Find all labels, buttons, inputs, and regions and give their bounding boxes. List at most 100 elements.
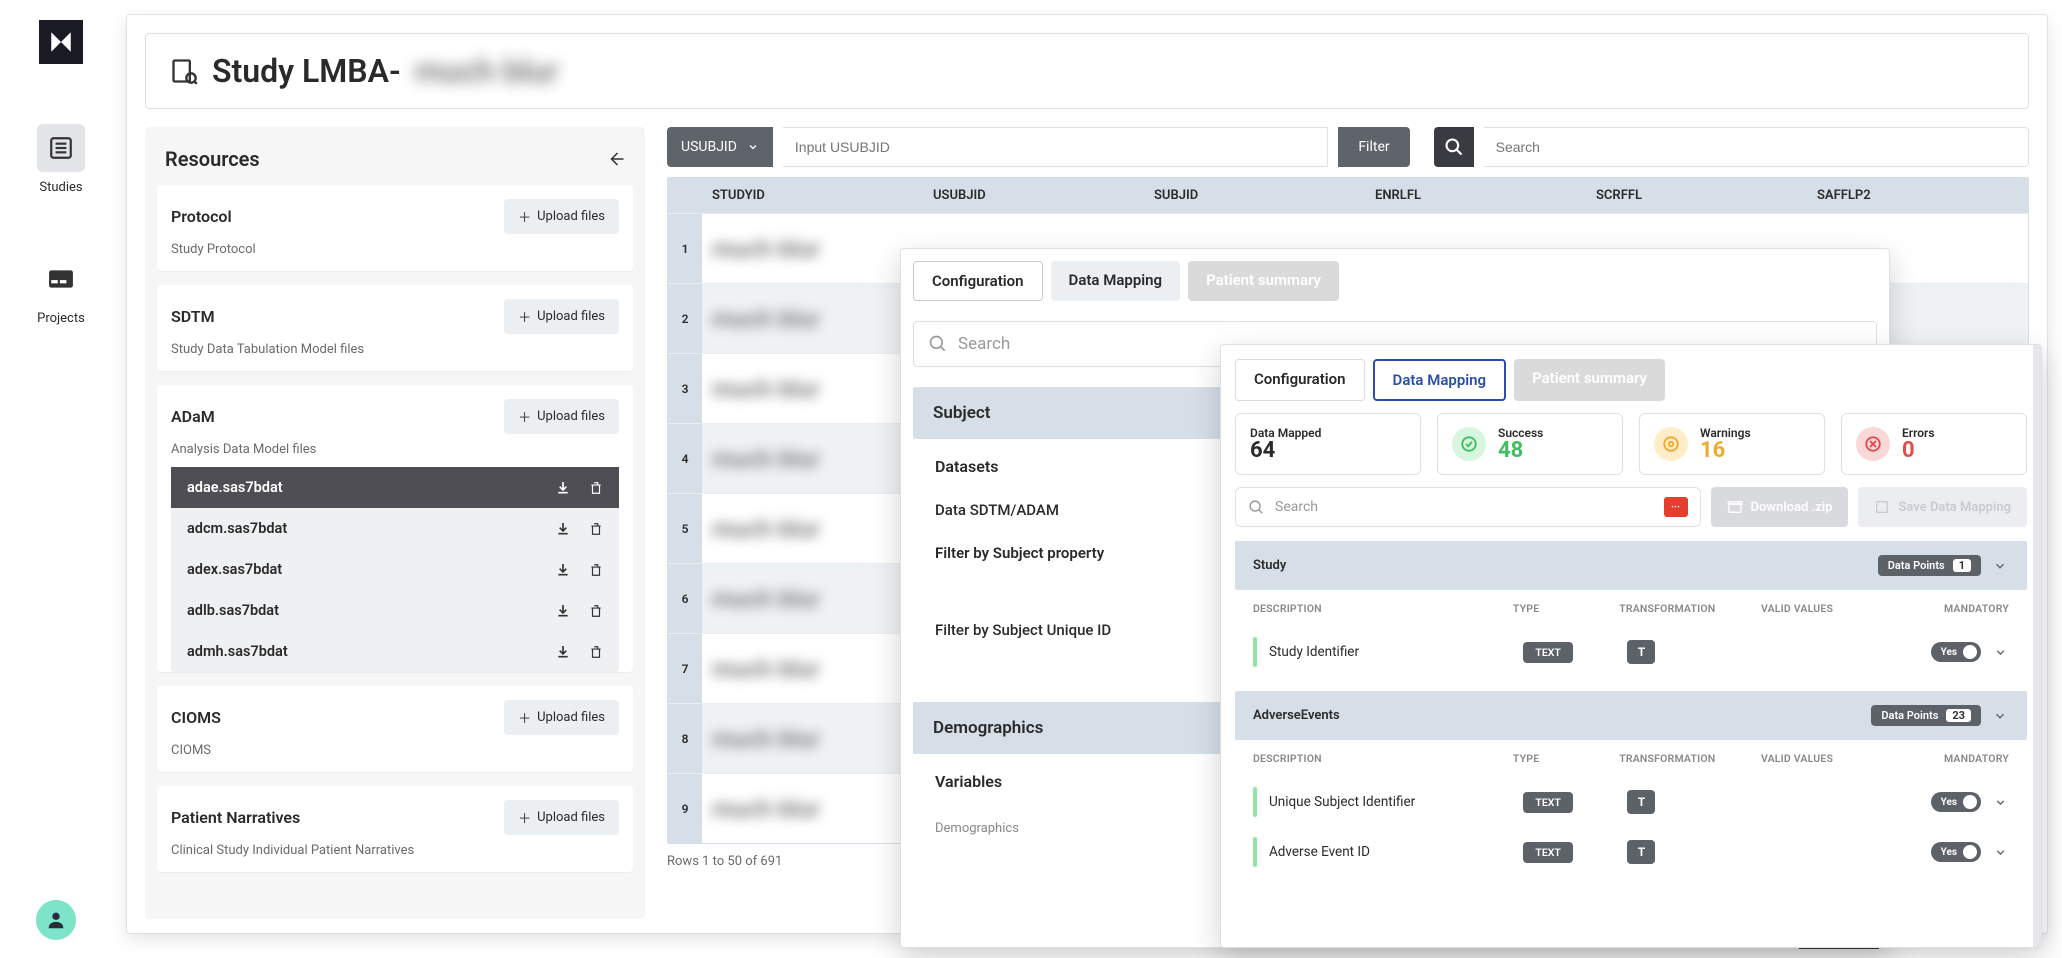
user-avatar[interactable] [36, 900, 76, 940]
nav-projects[interactable]: Projects [37, 255, 85, 326]
file-row[interactable]: adlb.sas7bdat [171, 590, 619, 631]
upload-button[interactable]: ＋Upload files [504, 299, 619, 334]
mapping-row[interactable]: Adverse Event ID TEXT T Yes [1235, 827, 2027, 877]
filter-uid-label: Filter by Subject Unique ID [935, 621, 1111, 639]
download-icon[interactable] [555, 521, 571, 537]
delete-icon[interactable] [589, 603, 603, 619]
download-zip-button[interactable]: Download .zip [1711, 487, 1849, 527]
grid-header: STUDYID USUBJID SUBJID ENRLFL SCRFFL SAF… [668, 178, 2028, 213]
mapping-search[interactable]: Search ⋯ [1235, 487, 1701, 527]
chevron-down-icon[interactable] [1991, 793, 2009, 811]
collapse-icon[interactable] [607, 150, 625, 168]
archive-icon [1727, 499, 1743, 515]
stats-row: Data Mapped64 Success48 Warnings16 Error… [1235, 413, 2027, 475]
study-icon [170, 57, 198, 85]
resource-block-protocol: Protocol ＋ Upload files Study Protocol [157, 185, 633, 271]
tab-configuration[interactable]: Configuration [1235, 359, 1365, 401]
delete-icon[interactable] [589, 644, 603, 660]
data-points-chip: Data Points1 [1878, 555, 1981, 576]
mapping-row[interactable]: Unique Subject Identifier TEXT T Yes [1235, 777, 2027, 827]
chevron-down-icon[interactable] [1991, 843, 2009, 861]
card-icon [48, 269, 74, 289]
stat-success: Success48 [1437, 413, 1623, 475]
upload-button[interactable]: ＋Upload files [504, 800, 619, 835]
app-logo[interactable] [39, 20, 83, 64]
json-badge-icon[interactable]: ⋯ [1664, 497, 1688, 517]
mandatory-toggle[interactable]: Yes [1931, 792, 1981, 812]
mapping-section-study: Study Data Points1 DESCRIPTION TYPE TRAN… [1235, 541, 2027, 677]
upload-button[interactable]: ＋Upload files [504, 399, 619, 434]
person-icon [45, 909, 67, 931]
resources-panel: Resources Protocol ＋ Upload files Study [145, 127, 645, 919]
delete-icon[interactable] [589, 521, 603, 537]
download-icon[interactable] [555, 480, 571, 496]
left-rail: Studies Projects [20, 20, 102, 326]
resource-block-narratives: Patient Narratives ＋Upload files Clinica… [157, 786, 633, 872]
chevron-down-icon [747, 141, 759, 153]
chevron-down-icon[interactable] [1991, 557, 2009, 575]
resource-block-sdtm: SDTM ＋Upload files Study Data Tabulation… [157, 285, 633, 371]
mandatory-toggle[interactable]: Yes [1931, 842, 1981, 862]
col-subjid[interactable]: SUBJID [1144, 178, 1365, 213]
stat-mapped: Data Mapped64 [1235, 413, 1421, 475]
mapping-section-ae: AdverseEvents Data Points23 DESCRIPTION … [1235, 691, 2027, 877]
stat-warnings: Warnings16 [1639, 413, 1825, 475]
nav-studies[interactable]: Studies [37, 124, 85, 195]
download-icon[interactable] [555, 603, 571, 619]
mapping-columns: DESCRIPTION TYPE TRANSFORMATION VALID VA… [1235, 740, 2027, 777]
nav-studies-label: Studies [39, 180, 82, 195]
title-bar: Study LMBA- much blur [145, 33, 2029, 109]
list-icon [48, 135, 74, 161]
file-row[interactable]: admh.sas7bdat [171, 631, 619, 672]
adam-file-list: adae.sas7bdat adcm.sas7bdat [171, 467, 619, 672]
resources-heading: Resources [165, 147, 260, 171]
save-mapping-button: Save Data Mapping [1858, 487, 2027, 527]
nav-projects-label: Projects [37, 311, 85, 326]
data-points-chip: Data Points23 [1871, 705, 1981, 726]
col-safflp2[interactable]: SAFFLP2 [1807, 178, 2028, 213]
plus-icon: ＋ [518, 207, 531, 226]
res-title: Protocol [171, 207, 232, 226]
tab-data-mapping[interactable]: Data Mapping [1373, 359, 1507, 401]
mapping-columns: DESCRIPTION TYPE TRANSFORMATION VALID VA… [1235, 590, 2027, 627]
download-icon[interactable] [555, 562, 571, 578]
tab-patient-summary: Patient summary [1514, 359, 1665, 401]
upload-button[interactable]: ＋ Upload files [504, 199, 619, 234]
upload-button[interactable]: ＋Upload files [504, 700, 619, 735]
tab-configuration[interactable]: Configuration [913, 261, 1043, 301]
chevron-down-icon[interactable] [1991, 707, 2009, 725]
col-enrlfl[interactable]: ENRLFL [1365, 178, 1586, 213]
scrollbar[interactable] [2033, 345, 2041, 947]
tab-data-mapping[interactable]: Data Mapping [1051, 261, 1181, 301]
col-scrffl[interactable]: SCRFFL [1586, 178, 1807, 213]
mandatory-toggle[interactable]: Yes [1931, 642, 1981, 662]
download-icon[interactable] [555, 644, 571, 660]
page-title: Study LMBA- [212, 52, 401, 90]
stat-errors: Errors0 [1841, 413, 2027, 475]
col-usubjid[interactable]: USUBJID [923, 178, 1144, 213]
data-sdtm-adam-label: Data SDTM/ADAM [935, 501, 1059, 519]
chevron-down-icon[interactable] [1991, 643, 2009, 661]
check-icon [1452, 427, 1486, 461]
resource-block-adam: ADaM ＋Upload files Analysis Data Model f… [157, 385, 633, 672]
tab-patient-summary: Patient summary [1188, 261, 1339, 301]
col-studyid[interactable]: STUDYID [702, 178, 923, 213]
delete-icon[interactable] [589, 562, 603, 578]
error-icon [1856, 427, 1890, 461]
page-title-redacted: much blur [415, 52, 559, 90]
search-icon [928, 334, 948, 354]
mapping-overlay: Configuration Data Mapping Patient summa… [1220, 344, 2042, 948]
resource-block-cioms: CIOMS ＋Upload files CIOMS [157, 686, 633, 772]
file-row[interactable]: adex.sas7bdat [171, 549, 619, 590]
warning-icon [1654, 427, 1688, 461]
filter-value-input[interactable] [783, 127, 1328, 167]
filter-column-select[interactable]: USUBJID [667, 127, 773, 167]
file-row[interactable]: adcm.sas7bdat [171, 508, 619, 549]
mapping-row[interactable]: Study Identifier TEXT T Yes [1235, 627, 2027, 677]
delete-icon[interactable] [589, 480, 603, 496]
file-row[interactable]: adae.sas7bdat [171, 467, 619, 508]
filter-button[interactable]: Filter [1338, 127, 1409, 167]
search-icon [1248, 499, 1265, 516]
grid-search-input[interactable] [1484, 127, 2029, 167]
search-button[interactable] [1434, 127, 1474, 167]
